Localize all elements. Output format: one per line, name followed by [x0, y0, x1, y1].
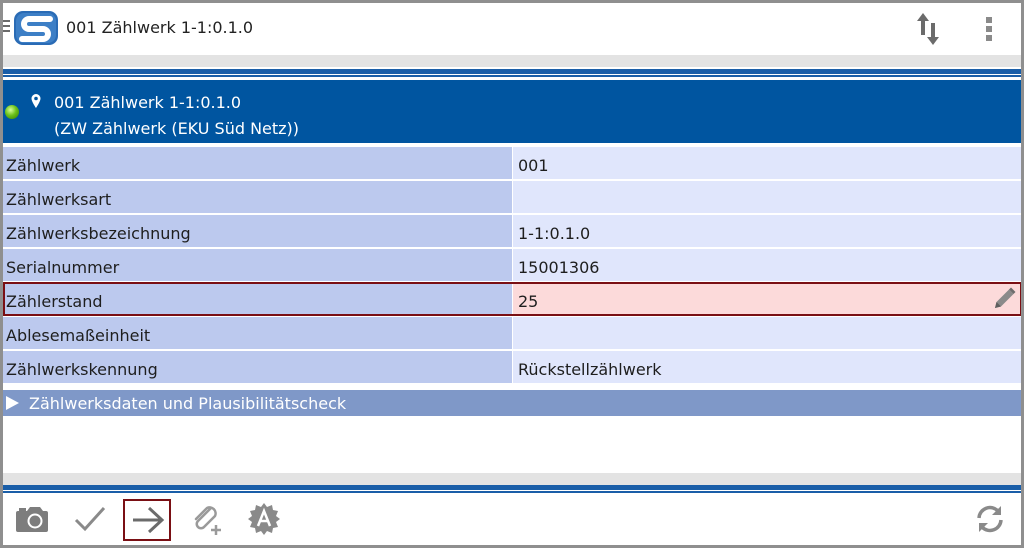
field-label: Zählwerksbezeichnung	[3, 215, 512, 247]
camera-button[interactable]	[7, 499, 55, 541]
app-window: 001 Zählwerk 1-1:0.1.0 001 Zählwerk 1-1:…	[3, 3, 1021, 545]
section-expander[interactable]: Zählwerksdaten und Plausibilitätscheck	[3, 390, 1021, 416]
field-value: 001	[513, 147, 1021, 179]
sync-icon	[977, 505, 1003, 533]
sync-button[interactable]	[965, 499, 1013, 541]
pencil-icon[interactable]	[991, 286, 1017, 312]
field-label: Zählwerksart	[3, 181, 512, 213]
field-row-zaehlwerk[interactable]: Zählwerk 001	[3, 147, 1021, 181]
item-header: 001 Zählwerk 1-1:0.1.0 (ZW Zählwerk (EKU…	[3, 80, 1021, 143]
field-value	[513, 317, 1021, 349]
app-title: 001 Zählwerk 1-1:0.1.0	[66, 18, 254, 37]
attachment-add-icon	[194, 506, 221, 535]
arrow-right-icon	[133, 506, 165, 534]
field-value: 15001306	[513, 249, 1021, 281]
expand-triangle-icon	[6, 396, 19, 410]
divider	[3, 491, 1021, 493]
drawer-indicator-icon[interactable]	[3, 20, 11, 36]
app-logo[interactable]	[12, 10, 60, 46]
divider	[3, 75, 1021, 77]
field-row-zaehlwerkskennung[interactable]: Zählwerkskennung Rückstellzählwerk	[3, 351, 1021, 385]
badge-a-button[interactable]	[239, 499, 287, 541]
field-label: Zählwerk	[3, 147, 512, 179]
field-label: Serialnummer	[3, 249, 512, 281]
field-value: Rückstellzählwerk	[513, 351, 1021, 383]
field-label: Ablesemaßeinheit	[3, 317, 512, 349]
field-row-serialnummer[interactable]: Serialnummer 15001306	[3, 249, 1021, 283]
camera-icon	[16, 507, 48, 532]
next-button[interactable]	[123, 499, 171, 541]
field-row-zaehlerstand[interactable]: Zählerstand 25	[3, 282, 1021, 317]
field-table: Zählwerk 001 Zählwerksart Zählwerksbezei…	[3, 147, 1021, 385]
status-indicator-icon	[5, 105, 19, 119]
field-row-ablesemasseinheit[interactable]: Ablesemaßeinheit	[3, 317, 1021, 351]
overflow-menu-icon[interactable]	[986, 17, 994, 41]
location-pin-icon	[31, 94, 41, 108]
field-label: Zählwerkskennung	[3, 351, 512, 383]
divider	[3, 485, 1021, 490]
field-row-zaehlwerksbezeichnung[interactable]: Zählwerksbezeichnung 1-1:0.1.0	[3, 215, 1021, 249]
badge-a-icon	[248, 503, 280, 535]
section-label: Zählwerksdaten und Plausibilitätscheck	[29, 394, 347, 413]
bottom-toolbar	[3, 495, 1021, 545]
add-attachment-button[interactable]	[181, 499, 229, 541]
item-title: 001 Zählwerk 1-1:0.1.0	[54, 93, 242, 112]
field-label: Zählerstand	[3, 283, 512, 315]
divider	[3, 69, 1021, 74]
field-row-zaehlwerksart[interactable]: Zählwerksart	[3, 181, 1021, 215]
divider	[3, 55, 1021, 67]
action-bar: 001 Zählwerk 1-1:0.1.0	[3, 3, 1021, 55]
meter-reading-input[interactable]: 25	[513, 283, 1021, 315]
confirm-button[interactable]	[65, 499, 113, 541]
sort-icon[interactable]	[915, 9, 941, 49]
item-subtitle: (ZW Zählwerk (EKU Süd Netz))	[54, 119, 300, 138]
divider	[3, 473, 1021, 485]
checkmark-icon	[74, 506, 106, 532]
field-value: 1-1:0.1.0	[513, 215, 1021, 247]
field-value	[513, 181, 1021, 213]
